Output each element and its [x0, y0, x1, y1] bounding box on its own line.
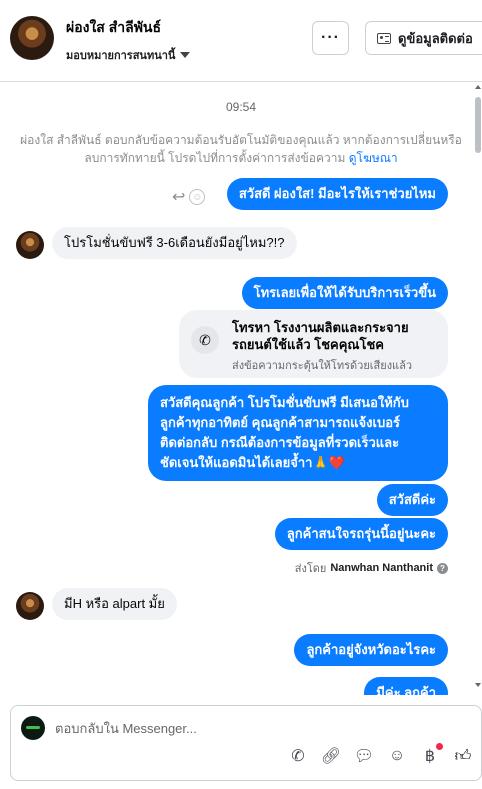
reply-icon[interactable]: ↩: [172, 187, 185, 207]
call-icon[interactable]: ✆: [288, 746, 308, 766]
composer-toolbar: ✆ 🔗︎ 💬︎ ☺ ฿ 👍︎: [288, 743, 473, 766]
thread-scrollbar[interactable]: [474, 83, 482, 695]
notification-dot: [436, 743, 443, 750]
emoji-icon[interactable]: ☺: [387, 746, 407, 766]
more-options-button[interactable]: ···: [312, 21, 349, 55]
message-thread: 09:54 ผ่องใส สำลีพันธ์ ตอบกลับข้อความต้อ…: [0, 83, 482, 695]
call-card-title: โทรหา โรงงานผลิตและกระจายรถยนต์ใช้แล้ว โ…: [232, 320, 409, 352]
outgoing-message[interactable]: สวัสดี ผ่องใส! มีอะไรให้เราช่วยไหม: [226, 178, 448, 210]
reply-input[interactable]: [55, 716, 455, 740]
view-contact-info-button[interactable]: ดูข้อมูลติดต่อ: [365, 21, 482, 55]
outgoing-message[interactable]: สวัสดีคุณลูกค้า โปรโมชั่นขับฟรี มีเสนอให…: [148, 385, 448, 481]
conversation-header: ผ่องใส สำลีพันธ์ มอบหมายการสนทนานี้ ··· …: [0, 0, 482, 82]
timestamp: 09:54: [225, 100, 257, 114]
help-icon[interactable]: ?: [437, 562, 448, 574]
outgoing-message[interactable]: โทรเลยเพื่อให้ได้รับบริการเร็วขึ้น: [241, 277, 448, 309]
assign-conversation-button[interactable]: มอบหมายการสนทนานี้: [66, 46, 191, 64]
attachment-icon[interactable]: 🔗︎: [321, 746, 341, 766]
contact-avatar-small[interactable]: [16, 592, 44, 620]
saved-replies-icon[interactable]: 💬︎: [354, 746, 374, 766]
emoji-reaction-icon[interactable]: ☺: [189, 189, 206, 205]
payment-icon[interactable]: ฿: [420, 743, 443, 766]
outgoing-message[interactable]: มีค่ะ ลูกค้า: [364, 677, 448, 695]
outgoing-message[interactable]: สวัสดีค่ะ: [376, 484, 448, 516]
contact-avatar[interactable]: [10, 16, 54, 60]
contact-name[interactable]: ผ่องใส สำลีพันธ์: [66, 17, 161, 39]
page-avatar: [21, 716, 45, 740]
reply-composer: ✆ 🔗︎ 💬︎ ☺ ฿ 👍︎: [10, 705, 482, 781]
sent-by-label: ส่งโดย Nanwhan Nanthanit ?: [295, 559, 448, 577]
view-contact-info-label: ดูข้อมูลติดต่อ: [398, 30, 473, 46]
outgoing-message[interactable]: ลูกค้าอยู่จังหวัดอะไรคะ: [294, 634, 448, 666]
scroll-thumb[interactable]: [475, 97, 481, 153]
assign-label: มอบหมายการสนทนานี้: [66, 50, 176, 62]
incoming-message[interactable]: มีH หรือ alpart มั้ย: [52, 588, 177, 620]
phone-icon: ✆: [191, 326, 219, 354]
scroll-up-arrow-icon[interactable]: [475, 85, 481, 89]
view-ad-link[interactable]: ดูโฆษณา: [349, 151, 398, 165]
incoming-message[interactable]: โปรโมชั่นขับฟรี 3-6เดือนยังมีอยู่ไหม?!?: [52, 227, 297, 259]
scroll-down-arrow-icon[interactable]: [475, 683, 481, 687]
sender-name: Nanwhan Nanthanit: [330, 562, 433, 574]
call-card-subtitle: ส่งข้อความกระตุ้นให้โทรด้วยเสียงแล้ว: [232, 360, 413, 372]
sent-by-prefix: ส่งโดย: [294, 563, 327, 575]
auto-reply-notice: ผ่องใส สำลีพันธ์ ตอบกลับข้อความต้อนรับอั…: [14, 131, 468, 167]
contact-card-icon: [377, 32, 391, 44]
outgoing-message[interactable]: ลูกค้าสนใจรถรุ่นนี้อยู่นะคะ: [274, 518, 448, 550]
like-icon[interactable]: 👍︎: [453, 746, 473, 766]
contact-avatar-small[interactable]: [16, 231, 44, 259]
message-actions: ↩ ☺: [172, 187, 206, 207]
call-request-card[interactable]: ✆ โทรหา โรงงานผลิตและกระจายรถยนต์ใช้แล้ว…: [179, 310, 448, 378]
chevron-down-icon: [180, 52, 191, 58]
